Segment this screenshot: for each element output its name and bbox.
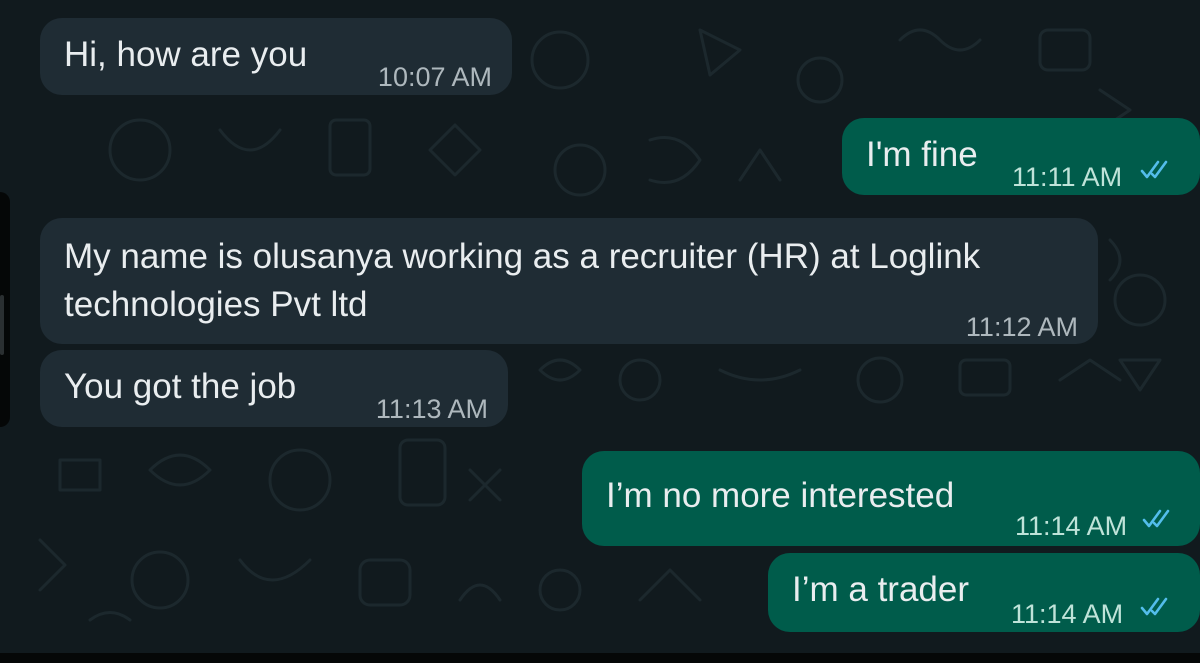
- message-bubble-outgoing[interactable]: I’m no more interested 11:14 AM: [582, 451, 1200, 546]
- message-bubble-incoming[interactable]: My name is olusanya working as a recruit…: [40, 218, 1098, 344]
- message-text: Hi, how are you: [64, 35, 308, 74]
- phone-bottom-edge: [0, 653, 1200, 663]
- phone-side-button: [0, 295, 4, 355]
- message-timestamp: 11:11 AM: [1012, 162, 1123, 192]
- message-timestamp: 11:13 AM: [375, 394, 488, 424]
- message-bubble-outgoing[interactable]: I’m a trader 11:14 AM: [768, 553, 1200, 632]
- double-check-icon: [1140, 597, 1168, 616]
- message-text: I’m no more interested: [606, 476, 955, 515]
- message-timestamp: 11:14 AM: [1015, 511, 1128, 541]
- message-bubble-incoming[interactable]: You got the job 11:13 AM: [40, 350, 508, 427]
- message-bubble-incoming[interactable]: Hi, how are you 10:07 AM: [40, 18, 512, 95]
- message-timestamp: 11:14 AM: [1011, 599, 1124, 629]
- message-text: I’m a trader: [792, 570, 969, 609]
- message-text-line-2: technologies Pvt ltd: [64, 285, 368, 324]
- message-text: I'm fine: [866, 135, 978, 174]
- message-text: You got the job: [64, 367, 297, 406]
- message-timestamp: 11:12 AM: [965, 312, 1078, 342]
- message-text-line-1: My name is olusanya working as a recruit…: [64, 237, 981, 276]
- message-bubble-outgoing[interactable]: I'm fine 11:11 AM: [842, 118, 1200, 195]
- chat-screen: Hi, how are you 10:07 AM I'm fine 11:11 …: [0, 0, 1200, 663]
- double-check-icon: [1140, 160, 1168, 179]
- message-timestamp: 10:07 AM: [377, 62, 492, 92]
- double-check-icon: [1142, 509, 1170, 528]
